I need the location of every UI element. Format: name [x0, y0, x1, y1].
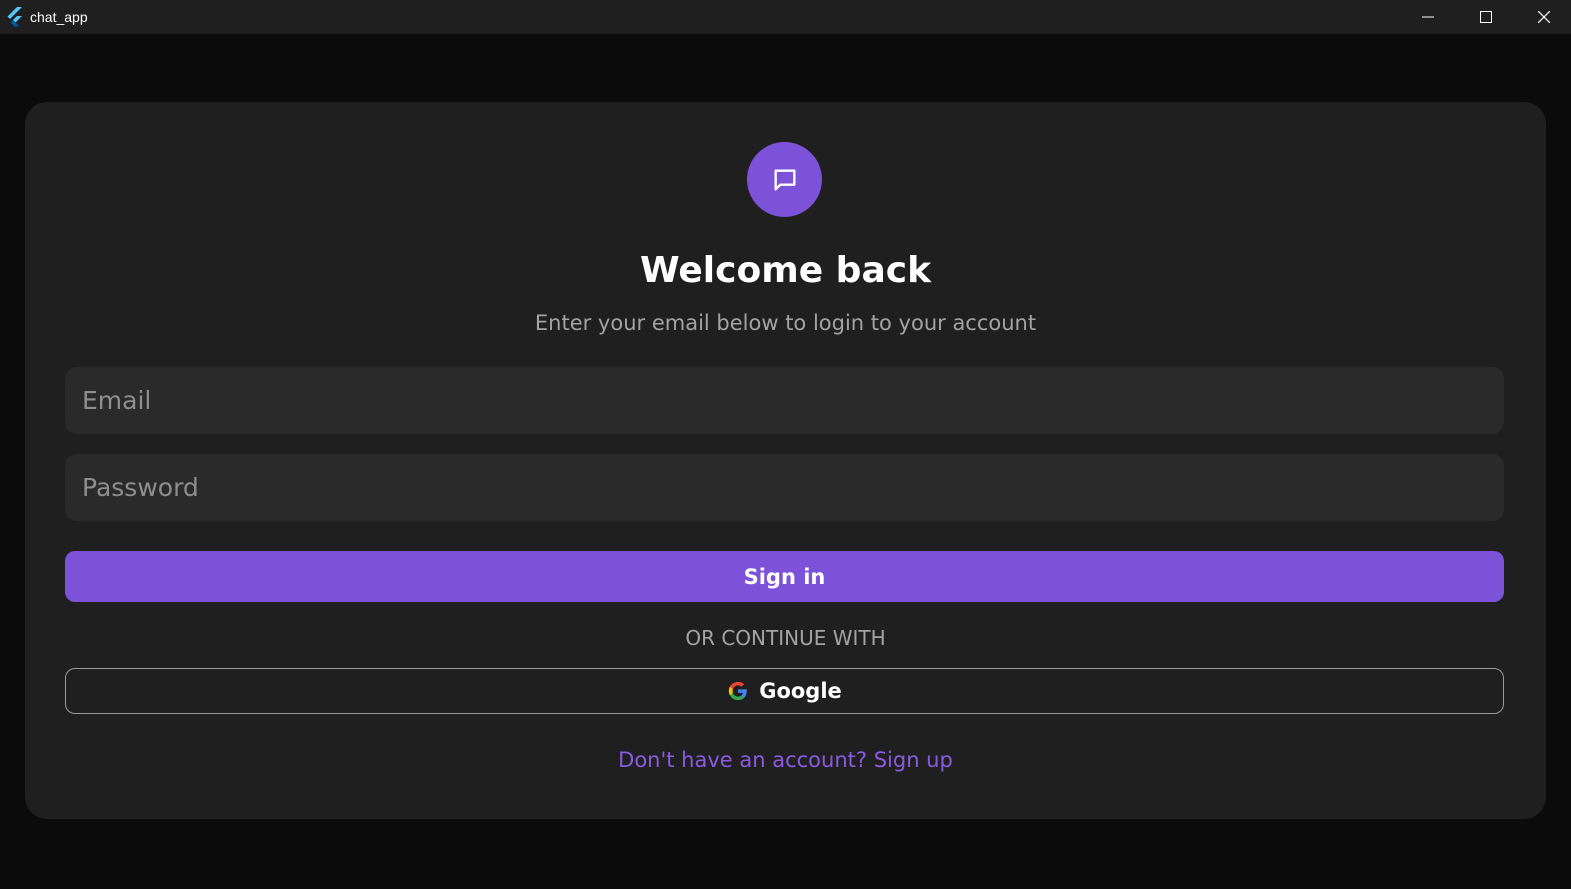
page-subtitle: Enter your email below to login to your … — [534, 311, 1037, 335]
close-icon — [1538, 11, 1550, 23]
sign-up-link[interactable]: Don't have an account? Sign up — [25, 747, 1546, 773]
maximize-button[interactable] — [1463, 0, 1509, 34]
window-content: Welcome back Enter your email below to l… — [0, 34, 1571, 889]
email-field[interactable] — [65, 367, 1504, 434]
chat-bubble-icon — [774, 169, 795, 190]
close-button[interactable] — [1521, 0, 1567, 34]
sign-in-button[interactable]: Sign in — [65, 551, 1504, 602]
sign-in-label: Sign in — [743, 564, 826, 589]
google-signin-button[interactable]: Google — [65, 668, 1504, 714]
divider-text: OR CONTINUE WITH — [685, 626, 886, 650]
maximize-icon — [1480, 11, 1492, 23]
password-field[interactable] — [65, 454, 1504, 521]
window-titlebar: chat_app — [0, 0, 1571, 34]
login-card: Welcome back Enter your email below to l… — [25, 102, 1546, 819]
flutter-logo-icon — [7, 7, 22, 27]
app-logo — [747, 142, 822, 217]
email-input[interactable] — [80, 385, 1504, 416]
google-label: Google — [759, 679, 842, 703]
window-title: chat_app — [30, 9, 88, 25]
minimize-button[interactable] — [1405, 0, 1451, 34]
google-icon — [729, 681, 748, 701]
password-input[interactable] — [80, 472, 1504, 503]
page-title: Welcome back — [639, 250, 932, 291]
minimize-icon — [1422, 16, 1434, 18]
